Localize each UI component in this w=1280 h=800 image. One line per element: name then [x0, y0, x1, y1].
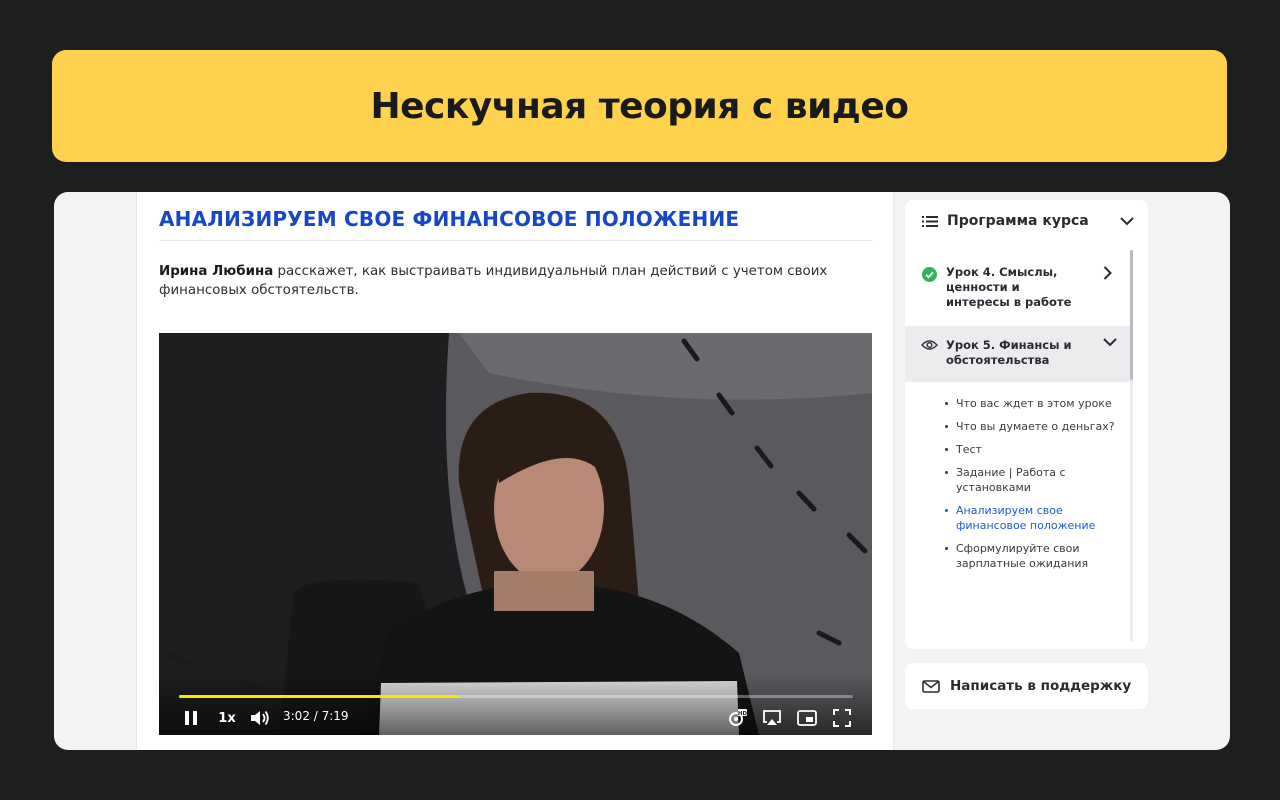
mail-icon [922, 679, 940, 693]
promo-banner: Нескучная теория с видео [52, 50, 1227, 162]
step-item[interactable]: Задание | Работа с установками [943, 465, 1123, 495]
step-item[interactable]: Что вас ждет в этом уроке [943, 396, 1123, 411]
course-program-panel: Программа курса Урок 4. Смыслы, ценности… [905, 200, 1148, 649]
lesson-title: АНАЛИЗИРУЕМ СВОЕ ФИНАНСОВОЕ ПОЛОЖЕНИЕ [159, 207, 873, 241]
support-label: Написать в поддержку [950, 678, 1132, 694]
airplay-icon [763, 710, 781, 725]
volume-button[interactable] [249, 708, 271, 728]
lesson-5-steps: Что вас ждет в этом уроке Что вы думаете… [943, 396, 1123, 579]
video-progress-fill [179, 695, 459, 698]
video-controls: 1x 3:02 / 7:19 HD [159, 675, 872, 735]
pause-button[interactable] [181, 709, 201, 727]
video-player[interactable]: 1x 3:02 / 7:19 HD [159, 333, 872, 735]
fullscreen-icon [833, 709, 851, 727]
lesson-item-4[interactable]: Урок 4. Смыслы, ценности и интересы в ра… [905, 250, 1131, 320]
list-icon [922, 214, 938, 228]
lesson-intro: Ирина Любина расскажет, как выстраивать … [159, 262, 859, 300]
speed-button[interactable]: 1x [216, 709, 238, 727]
course-window: АНАЛИЗИРУЕМ СВОЕ ФИНАНСОВОЕ ПОЛОЖЕНИЕ Ир… [54, 192, 1230, 750]
step-item-active[interactable]: Анализируем свое финансовое положение [943, 503, 1123, 533]
lesson-content: АНАЛИЗИРУЕМ СВОЕ ФИНАНСОВОЕ ПОЛОЖЕНИЕ Ир… [136, 192, 894, 750]
volume-icon [251, 710, 269, 726]
chevron-down-icon[interactable] [1102, 336, 1118, 348]
check-circle-icon [921, 266, 937, 282]
sidebar-scrollbar[interactable] [1130, 250, 1133, 642]
svg-text:HD: HD [738, 711, 747, 717]
lesson-item-5[interactable]: Урок 5. Финансы и обстоятельства [905, 326, 1131, 382]
picture-in-picture-icon [797, 710, 817, 726]
step-item[interactable]: Что вы думаете о деньгах? [943, 419, 1123, 434]
chevron-down-icon[interactable] [1119, 214, 1135, 228]
eye-icon [920, 338, 938, 352]
author-name: Ирина Любина [159, 264, 274, 279]
video-progress-bar[interactable] [179, 695, 853, 698]
step-item[interactable]: Тест [943, 442, 1123, 457]
banner-title: Нескучная теория с видео [370, 85, 909, 127]
video-time: 3:02 / 7:19 [283, 709, 349, 723]
pip-button[interactable] [796, 708, 818, 728]
lesson-4-label: Урок 4. Смыслы, ценности и интересы в ра… [946, 265, 1072, 309]
airplay-button[interactable] [761, 708, 783, 728]
quality-button[interactable]: HD [726, 708, 748, 728]
course-program-header[interactable]: Программа курса [905, 200, 1148, 242]
lesson-5-label: Урок 5. Финансы и обстоятельства [946, 338, 1072, 367]
support-button[interactable]: Написать в поддержку [905, 663, 1148, 709]
course-program-title: Программа курса [947, 213, 1089, 229]
fullscreen-button[interactable] [831, 708, 853, 728]
pause-icon [185, 711, 197, 725]
sidebar-scroll-thumb[interactable] [1130, 250, 1133, 380]
hd-gear-icon: HD [729, 709, 747, 726]
step-item[interactable]: Сформулируйте свои зарплатные ожидания [943, 541, 1123, 571]
chevron-right-icon[interactable] [1100, 265, 1114, 281]
